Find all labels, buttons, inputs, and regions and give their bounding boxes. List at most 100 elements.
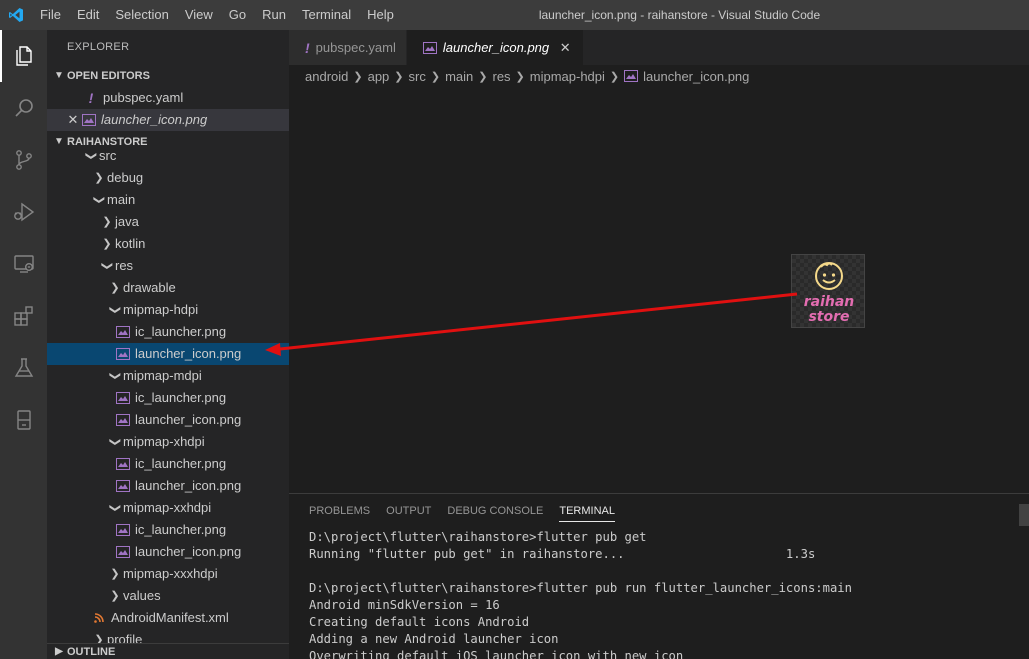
breadcrumb-item[interactable]: main	[445, 69, 473, 84]
remote-explorer-icon[interactable]	[0, 238, 47, 290]
outline-label: OUTLINE	[67, 646, 116, 658]
menu-item-go[interactable]: Go	[221, 0, 254, 30]
tree-folder[interactable]: ❯ main	[47, 189, 289, 211]
chevron-down-icon: ❯	[109, 371, 121, 381]
file-tree: ❯ src ❯ debug ❯ main ❯ java ❯ kotlin ❯ res ❯ drawable…	[47, 145, 289, 651]
tab-label: pubspec.yaml	[315, 40, 396, 55]
tree-item-label: mipmap-mdpi	[123, 368, 202, 383]
tree-file[interactable]: ic_launcher.png	[47, 387, 289, 409]
tree-folder[interactable]: ❯ drawable	[47, 277, 289, 299]
tree-item-label: mipmap-hdpi	[123, 302, 199, 317]
image-file-icon	[115, 456, 131, 472]
yaml-icon: !	[88, 90, 94, 106]
panel-tab-output[interactable]: OUTPUT	[386, 494, 431, 529]
tree-folder[interactable]: ❯ mipmap-xxhdpi	[47, 497, 289, 519]
open-editors-header[interactable]: ▼ OPEN EDITORS	[47, 65, 289, 87]
yaml-icon: !	[305, 39, 310, 56]
close-icon[interactable]: ✕	[65, 109, 81, 131]
close-icon[interactable]: ✕	[557, 40, 573, 56]
tree-folder[interactable]: ❯ mipmap-xxxhdpi	[47, 563, 289, 585]
image-file-icon	[81, 112, 97, 128]
tree-item-label: mipmap-xhdpi	[123, 434, 205, 449]
source-control-icon[interactable]	[0, 134, 47, 186]
extensions-icon[interactable]	[0, 290, 47, 342]
breadcrumb-item[interactable]: app	[368, 69, 390, 84]
open-editor-item[interactable]: ! pubspec.yaml	[47, 87, 289, 109]
explorer-icon[interactable]	[0, 30, 47, 82]
tree-file[interactable]: ic_launcher.png	[47, 519, 289, 541]
breadcrumb-item[interactable]: android	[305, 69, 348, 84]
preview-text-line1: raihan	[803, 294, 855, 310]
tree-folder[interactable]: ❯ src	[47, 145, 289, 167]
tree-folder[interactable]: ❯ values	[47, 585, 289, 607]
tree-folder[interactable]: ❯ mipmap-xhdpi	[47, 431, 289, 453]
tree-folder[interactable]: ❯ debug	[47, 167, 289, 189]
preview-text-line2: store	[808, 309, 850, 325]
breadcrumb-item[interactable]: launcher_icon.png	[624, 69, 749, 84]
open-editor-label: pubspec.yaml	[103, 90, 184, 105]
open-editors-label: OPEN EDITORS	[67, 70, 150, 82]
terminal-scrollbar[interactable]	[1019, 504, 1029, 526]
menu-item-file[interactable]: File	[32, 0, 69, 30]
tree-file[interactable]: launcher_icon.png	[47, 409, 289, 431]
tree-file[interactable]: AndroidManifest.xml	[47, 607, 289, 629]
tree-folder[interactable]: ❯ java	[47, 211, 289, 233]
tree-item-label: debug	[107, 170, 144, 185]
terminal-line: D:\project\flutter\raihanstore>flutter p…	[309, 581, 852, 595]
tree-folder[interactable]: ❯ kotlin	[47, 233, 289, 255]
tree-file[interactable]: ic_launcher.png	[47, 453, 289, 475]
image-file-icon	[624, 70, 639, 82]
menu-bar: File Edit Selection View Go Run Terminal Help	[32, 0, 402, 30]
run-debug-icon[interactable]	[0, 186, 47, 238]
menu-item-help[interactable]: Help	[359, 0, 402, 30]
menu-item-run[interactable]: Run	[254, 0, 294, 30]
tab-pubspec[interactable]: ! pubspec.yaml	[289, 30, 407, 65]
tree-file[interactable]: launcher_icon.png	[47, 475, 289, 497]
tree-file[interactable]: launcher_icon.png	[47, 343, 289, 365]
menu-item-terminal[interactable]: Terminal	[294, 0, 359, 30]
tree-folder[interactable]: ❯ mipmap-mdpi	[47, 365, 289, 387]
tree-file[interactable]: launcher_icon.png	[47, 541, 289, 563]
tree-item-label: mipmap-xxxhdpi	[123, 566, 218, 581]
vscode-logo-icon	[0, 0, 32, 30]
terminal-output[interactable]: D:\project\flutter\raihanstore>flutter p…	[289, 529, 1029, 659]
launcher-icon-preview: raihan store	[791, 254, 865, 328]
tree-item-label: launcher_icon.png	[135, 478, 242, 493]
image-file-icon	[115, 412, 131, 428]
breadcrumb-item[interactable]: mipmap-hdpi	[530, 69, 605, 84]
chevron-right-icon: ❯	[110, 590, 120, 602]
search-icon[interactable]	[0, 82, 47, 134]
outline-section[interactable]: ▶ OUTLINE	[47, 643, 289, 659]
terminal-line: D:\project\flutter\raihanstore>flutter p…	[309, 530, 647, 544]
menu-item-selection[interactable]: Selection	[107, 0, 176, 30]
image-file-icon	[115, 346, 131, 362]
terminal-line: Android minSdkVersion = 16	[309, 598, 500, 612]
tab-label: launcher_icon.png	[442, 40, 550, 55]
chevron-down-icon: ❯	[85, 151, 97, 161]
chevron-down-icon: ❯	[109, 503, 121, 513]
panel-tab-terminal[interactable]: TERMINAL	[559, 494, 615, 529]
menu-item-edit[interactable]: Edit	[69, 0, 107, 30]
tree-item-label: ic_launcher.png	[135, 456, 227, 471]
testing-icon[interactable]	[0, 342, 47, 394]
breadcrumb-item[interactable]: src	[409, 69, 426, 84]
image-file-icon	[115, 390, 131, 406]
tab-launcher-icon[interactable]: launcher_icon.png ✕	[406, 30, 585, 65]
tree-folder[interactable]: ❯ res	[47, 255, 289, 277]
chevron-down-icon: ❯	[109, 305, 121, 315]
tree-file[interactable]: ic_launcher.png	[47, 321, 289, 343]
title-bar: File Edit Selection View Go Run Terminal Help l…	[0, 0, 1029, 30]
tree-folder[interactable]: ❯ mipmap-hdpi	[47, 299, 289, 321]
panel-tab-debug-console[interactable]: DEBUG CONSOLE	[447, 494, 543, 529]
tree-item-label: ic_launcher.png	[135, 390, 227, 405]
activity-bar	[0, 30, 47, 659]
panel-tabs: PROBLEMS OUTPUT DEBUG CONSOLE TERMINAL	[289, 494, 1029, 529]
menu-item-view[interactable]: View	[177, 0, 221, 30]
panel-tab-problems[interactable]: PROBLEMS	[309, 494, 370, 529]
device-icon[interactable]	[0, 394, 47, 446]
rss-xml-icon	[91, 610, 107, 626]
open-editor-item[interactable]: ✕ launcher_icon.png	[47, 109, 289, 131]
bottom-panel: PROBLEMS OUTPUT DEBUG CONSOLE TERMINAL D:\p…	[289, 493, 1029, 659]
breadcrumb-item[interactable]: res	[492, 69, 510, 84]
